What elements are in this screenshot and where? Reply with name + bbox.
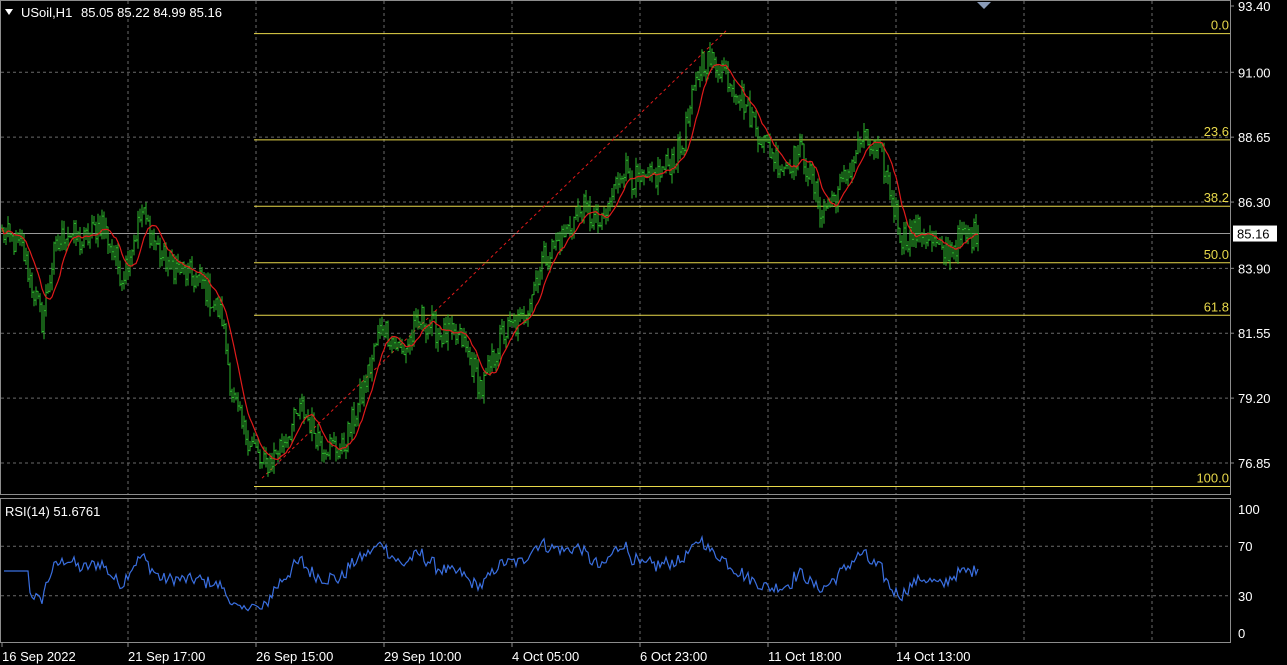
price-tick-label: 88.65 [1238,130,1271,145]
rsi-tick-label: 100 [1238,502,1260,517]
price-tick-label: 76.85 [1238,456,1271,471]
price-tick-label: 93.40 [1238,0,1271,14]
fib-level-label: 38.2 [1204,190,1229,205]
fib-level-label: 23.6 [1204,124,1229,139]
current-price-label: 85.16 [1237,227,1270,242]
rsi-tick-label: 0 [1238,626,1245,641]
ohlc-values: 85.05 85.22 84.99 85.16 [81,5,222,20]
trading-chart[interactable]: 0.0 23.6 38.2 50.0 61.8 100.0 93.40 91.00 88.65… [0,0,1287,665]
fib-level-label: 50.0 [1204,247,1229,262]
time-tick-label: 26 Sep 15:00 [256,649,333,664]
price-tick-label: 91.00 [1238,65,1271,80]
time-tick-label: 4 Oct 05:00 [512,649,579,664]
time-tick-label: 16 Sep 2022 [2,649,76,664]
fib-level-label: 100.0 [1196,470,1229,485]
current-price-tag: 85.16 [1233,225,1277,242]
time-tick-label: 11 Oct 18:00 [768,649,841,664]
symbol-label: USoil,H1 [21,5,72,20]
price-tick-label: 81.55 [1238,326,1271,341]
fib-level-label: 61.8 [1204,299,1229,314]
price-tick-label: 86.30 [1238,195,1271,210]
rsi-tick-label: 30 [1238,589,1252,604]
rsi-tick-label: 70 [1238,539,1252,554]
chart-header: USoil,H1 85.05 85.22 84.99 85.16 [5,5,222,20]
fib-level-label: 0.0 [1211,18,1229,33]
time-tick-label: 29 Sep 10:00 [384,649,461,664]
time-tick-label: 14 Oct 13:00 [896,649,970,664]
price-tick-label: 83.90 [1238,261,1271,276]
time-tick-label: 21 Sep 17:00 [128,649,205,664]
price-tick-label: 79.20 [1238,391,1271,406]
rsi-header: RSI(14) 51.6761 [5,504,100,519]
chart-background [0,0,1287,665]
time-tick-label: 6 Oct 23:00 [640,649,707,664]
